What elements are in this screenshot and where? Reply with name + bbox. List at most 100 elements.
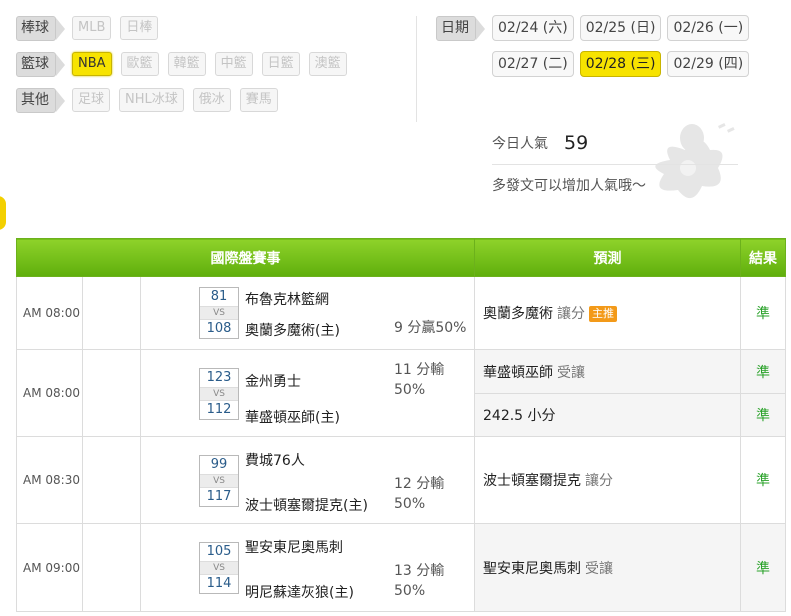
home-score: 108 bbox=[206, 321, 232, 336]
table-row: AM 08:00 81 VS 108 布魯克林籃網 奧蘭多魔術(主) 9 分贏5… bbox=[16, 276, 786, 350]
filter-row-basketball: 籃球 NBA 歐籃 韓籃 中籃 日籃 澳籃 bbox=[16, 50, 416, 78]
date-chip-0229[interactable]: 02/29 (四) bbox=[667, 51, 750, 77]
panel-divider bbox=[416, 16, 417, 122]
date-chip-0225[interactable]: 02/25 (日) bbox=[579, 15, 662, 41]
prediction-team: 聖安東尼奧馬刺 bbox=[483, 560, 581, 577]
filter-row-other: 其他 足球 NHL冰球 俄冰 賽馬 bbox=[16, 86, 416, 114]
score-box: 105 VS 114 bbox=[199, 542, 239, 594]
prediction-cell: 242.5 小分 bbox=[474, 393, 741, 437]
score-box: 99 VS 117 bbox=[199, 455, 239, 507]
result-cell: 準 bbox=[740, 523, 786, 612]
handicap-line: 13 分輸 50% bbox=[394, 563, 445, 599]
prediction-type: 受讓 bbox=[585, 560, 613, 577]
date-chip-0228[interactable]: 02/28 (三) bbox=[579, 51, 662, 77]
away-score: 123 bbox=[206, 370, 232, 385]
vs-label: VS bbox=[200, 306, 238, 320]
filter-chip-nhl[interactable]: NHL冰球 bbox=[119, 88, 184, 112]
away-score: 81 bbox=[210, 289, 228, 304]
table-row: AM 08:00 123 VS 112 金州勇士 華盛頓巫師(主) 11 分輸 … bbox=[16, 349, 786, 437]
filter-chip-china-basketball[interactable]: 中籃 bbox=[214, 52, 253, 76]
game-time: AM 08:00 bbox=[16, 349, 83, 437]
away-team[interactable]: 費城76人 bbox=[245, 450, 305, 470]
date-row-1: 日期 02/24 (六) 02/25 (日) 02/26 (一) bbox=[436, 14, 786, 42]
popularity-hint: 多發文可以增加人氣哦～ bbox=[492, 178, 646, 194]
matchup-cell: 99 VS 117 費城76人 波士頓塞爾提克(主) 12 分輸 50% bbox=[140, 436, 475, 524]
home-score: 117 bbox=[206, 489, 232, 504]
side-tab-handle[interactable] bbox=[0, 196, 6, 230]
featured-pick-badge: 主推 bbox=[589, 306, 617, 322]
popularity-label: 今日人氣 bbox=[492, 136, 548, 152]
matchup-cell: 81 VS 108 布魯克林籃網 奧蘭多魔術(主) 9 分贏50% bbox=[140, 276, 475, 350]
result-cell: 準 bbox=[740, 393, 786, 437]
header-prediction: 預測 bbox=[474, 238, 741, 277]
prediction-type: 讓分 bbox=[585, 473, 613, 489]
score-box: 81 VS 108 bbox=[199, 287, 239, 339]
filter-chip-soccer[interactable]: 足球 bbox=[72, 88, 111, 112]
game-spacer bbox=[82, 523, 141, 612]
filter-chip-euro-basketball[interactable]: 歐籃 bbox=[120, 52, 159, 76]
prediction-team: 華盛頓巫師 bbox=[483, 364, 553, 381]
handicap-line: 9 分贏50% bbox=[394, 320, 467, 336]
game-spacer bbox=[82, 276, 141, 350]
filter-chip-nba[interactable]: NBA bbox=[72, 52, 112, 76]
date-chip-0227[interactable]: 02/27 (二) bbox=[492, 51, 574, 77]
date-filter-panel: 日期 02/24 (六) 02/25 (日) 02/26 (一) 02/27 (… bbox=[436, 14, 786, 86]
result-cell: 準 bbox=[740, 276, 786, 350]
home-team[interactable]: 波士頓塞爾提克(主) bbox=[245, 495, 368, 515]
handicap-line: 12 分輸 50% bbox=[394, 476, 445, 512]
category-label-basketball: 籃球 bbox=[16, 51, 65, 77]
vs-label: VS bbox=[200, 387, 238, 401]
matchup-cell: 105 VS 114 聖安東尼奧馬刺 明尼蘇達灰狼(主) 13 分輸 50% bbox=[140, 523, 475, 612]
header-result: 結果 bbox=[740, 238, 786, 277]
matchup-cell: 123 VS 112 金州勇士 華盛頓巫師(主) 11 分輸 50% bbox=[140, 349, 475, 437]
games-table: 國際盤賽事 預測 結果 AM 08:00 81 VS 108 布魯克林籃網 奧蘭… bbox=[16, 238, 786, 612]
game-time: AM 08:30 bbox=[16, 436, 83, 524]
filter-row-baseball: 棒球 MLB 日棒 bbox=[16, 14, 416, 42]
prediction-type: 讓分 bbox=[557, 306, 585, 322]
date-label: 日期 bbox=[436, 15, 485, 41]
away-team[interactable]: 布魯克林籃網 bbox=[245, 289, 329, 309]
score-box: 123 VS 112 bbox=[199, 368, 239, 420]
table-row: AM 08:30 99 VS 117 費城76人 波士頓塞爾提克(主) 12 分… bbox=[16, 436, 786, 524]
header-event: 國際盤賽事 bbox=[16, 238, 475, 277]
vs-label: VS bbox=[200, 561, 238, 575]
game-time: AM 08:00 bbox=[16, 276, 83, 350]
home-team[interactable]: 奧蘭多魔術(主) bbox=[245, 320, 340, 340]
category-label-other: 其他 bbox=[16, 87, 65, 113]
date-row-2: 02/27 (二) 02/28 (三) 02/29 (四) bbox=[436, 50, 786, 78]
vs-label: VS bbox=[200, 474, 238, 488]
home-team[interactable]: 華盛頓巫師(主) bbox=[245, 407, 340, 427]
game-time: AM 09:00 bbox=[16, 523, 83, 612]
filter-chip-npb[interactable]: 日棒 bbox=[120, 16, 159, 40]
prediction-type: 受讓 bbox=[557, 364, 585, 381]
filter-chip-japan-basketball[interactable]: 日籃 bbox=[261, 52, 300, 76]
home-score: 114 bbox=[206, 576, 232, 591]
home-score: 112 bbox=[206, 402, 232, 417]
away-team[interactable]: 金州勇士 bbox=[245, 371, 301, 391]
away-score: 99 bbox=[210, 457, 228, 472]
prediction-cell: 聖安東尼奧馬刺 受讓 bbox=[474, 523, 741, 612]
filter-chip-mlb[interactable]: MLB bbox=[72, 16, 112, 40]
result-cell: 準 bbox=[740, 349, 786, 394]
prediction-cell: 波士頓塞爾提克 讓分 bbox=[474, 436, 741, 524]
prediction-total: 242.5 小分 bbox=[483, 408, 556, 424]
popularity-count: 59 bbox=[564, 132, 589, 154]
away-score: 105 bbox=[206, 544, 232, 559]
prediction-team: 波士頓塞爾提克 bbox=[483, 473, 581, 489]
popularity-panel: 今日人氣 59 多發文可以增加人氣哦～ bbox=[492, 128, 752, 195]
home-team[interactable]: 明尼蘇達灰狼(主) bbox=[245, 582, 354, 602]
filter-chip-korea-basketball[interactable]: 韓籃 bbox=[167, 52, 206, 76]
sport-filter-panel: 棒球 MLB 日棒 籃球 NBA 歐籃 韓籃 中籃 日籃 澳籃 其他 足球 NH… bbox=[16, 14, 416, 122]
game-spacer bbox=[82, 436, 141, 524]
away-team[interactable]: 聖安東尼奧馬刺 bbox=[245, 537, 343, 557]
filter-chip-australia-basketball[interactable]: 澳籃 bbox=[308, 52, 347, 76]
handicap-line: 11 分輸 50% bbox=[394, 362, 445, 398]
filter-chip-khl[interactable]: 俄冰 bbox=[192, 88, 231, 112]
date-chip-0226[interactable]: 02/26 (一) bbox=[667, 15, 750, 41]
category-label-baseball: 棒球 bbox=[16, 15, 65, 41]
game-spacer bbox=[82, 349, 141, 437]
date-chip-0224[interactable]: 02/24 (六) bbox=[492, 15, 574, 41]
filter-chip-horse-racing[interactable]: 賽馬 bbox=[239, 88, 278, 112]
prediction-cell: 奧蘭多魔術 讓分 主推 bbox=[474, 276, 741, 350]
popularity-divider bbox=[492, 164, 738, 165]
